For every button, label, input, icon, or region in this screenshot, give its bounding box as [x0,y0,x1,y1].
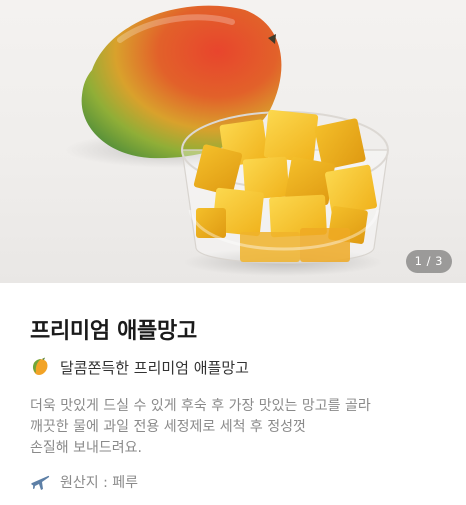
airplane-icon [30,472,50,492]
tagline-text: 달콤쫀득한 프리미엄 애플망고 [60,358,249,377]
origin-info: 원산지 : 페루 [30,471,138,493]
description-line: 더욱 맛있게 드실 수 있게 후숙 후 가장 맛있는 망고를 골라 [30,398,371,414]
description-line: 깨끗한 물에 과일 전용 세정제로 세척 후 정성껏 [30,419,306,435]
mango-photo [65,5,389,276]
page-current: 1 [414,254,423,268]
description-line: 손질해 보내드려요. [30,440,142,456]
product-tagline: 달콤쫀득한 프리미엄 애플망고 [30,355,249,379]
product-title: 프리미엄 애플망고 [30,319,197,344]
mango-icon [30,357,50,377]
page-separator: / [426,254,432,268]
origin-text: 원산지 : 페루 [60,475,139,491]
product-description: 더욱 맛있게 드실 수 있게 후숙 후 가장 맛있는 망고를 골라 깨끗한 물에… [30,396,430,459]
product-image-carousel[interactable]: 1 / 3 [0,0,466,283]
page-indicator: 1 / 3 [405,250,452,273]
page-total: 3 [435,254,443,268]
